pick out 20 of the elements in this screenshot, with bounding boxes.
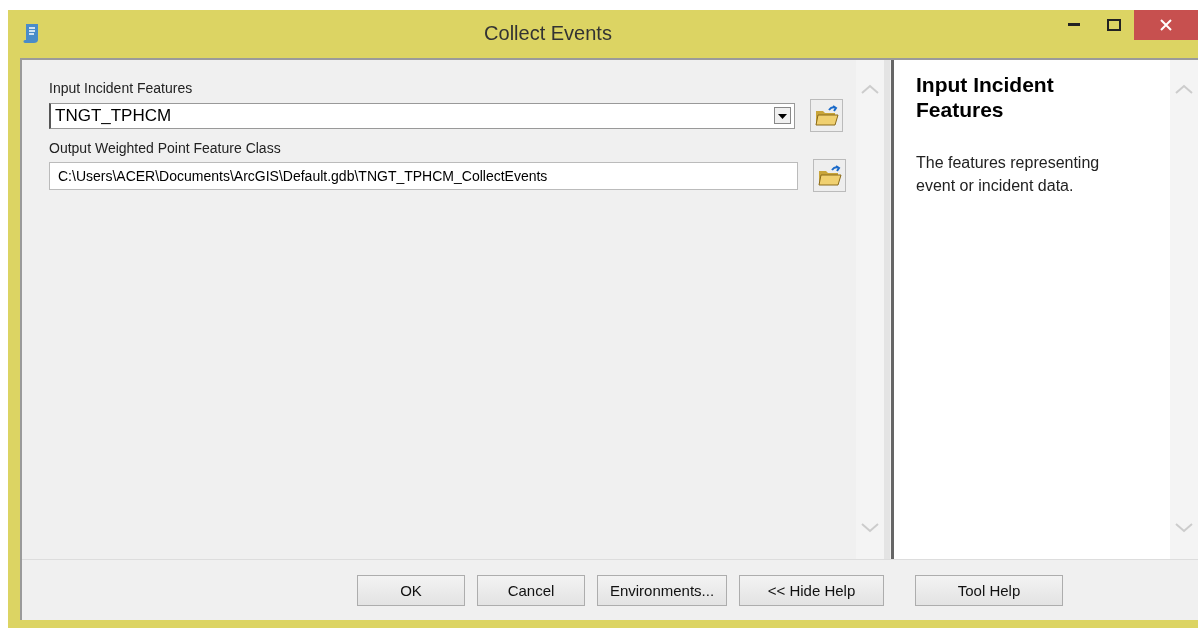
maximize-icon	[1107, 19, 1121, 31]
help-text: The features representing event or incident data.	[916, 153, 1101, 196]
dialog-button[interactable]: Cancel	[477, 574, 585, 606]
close-button[interactable]	[1134, 10, 1198, 40]
browse-button[interactable]	[813, 159, 846, 192]
folder-icon	[813, 103, 840, 128]
parameter-label: Output Weighted Point Feature Class	[49, 140, 282, 156]
parameter-label: Input Incident Features	[49, 80, 194, 96]
window-title: Collect Events	[483, 22, 613, 45]
minimize-icon	[1068, 23, 1080, 27]
input-field[interactable]: C:\Users\ACER\Documents\ArcGIS\Default.gdb\TNGT_TPHCM_CollectEvents	[49, 161, 798, 190]
browse-button[interactable]	[810, 99, 843, 132]
dialog-button[interactable]: OK	[357, 574, 465, 606]
dropdown-field[interactable]: TNGT_TPHCM	[49, 102, 795, 129]
close-icon	[1160, 19, 1172, 31]
help-title: Input Incident Features	[916, 72, 1055, 123]
dialog-button[interactable]: Tool Help	[915, 574, 1063, 606]
folder-icon	[816, 163, 843, 188]
dialog-button[interactable]: << Hide Help	[739, 574, 884, 606]
dialog-button[interactable]: Environments...	[597, 574, 727, 606]
